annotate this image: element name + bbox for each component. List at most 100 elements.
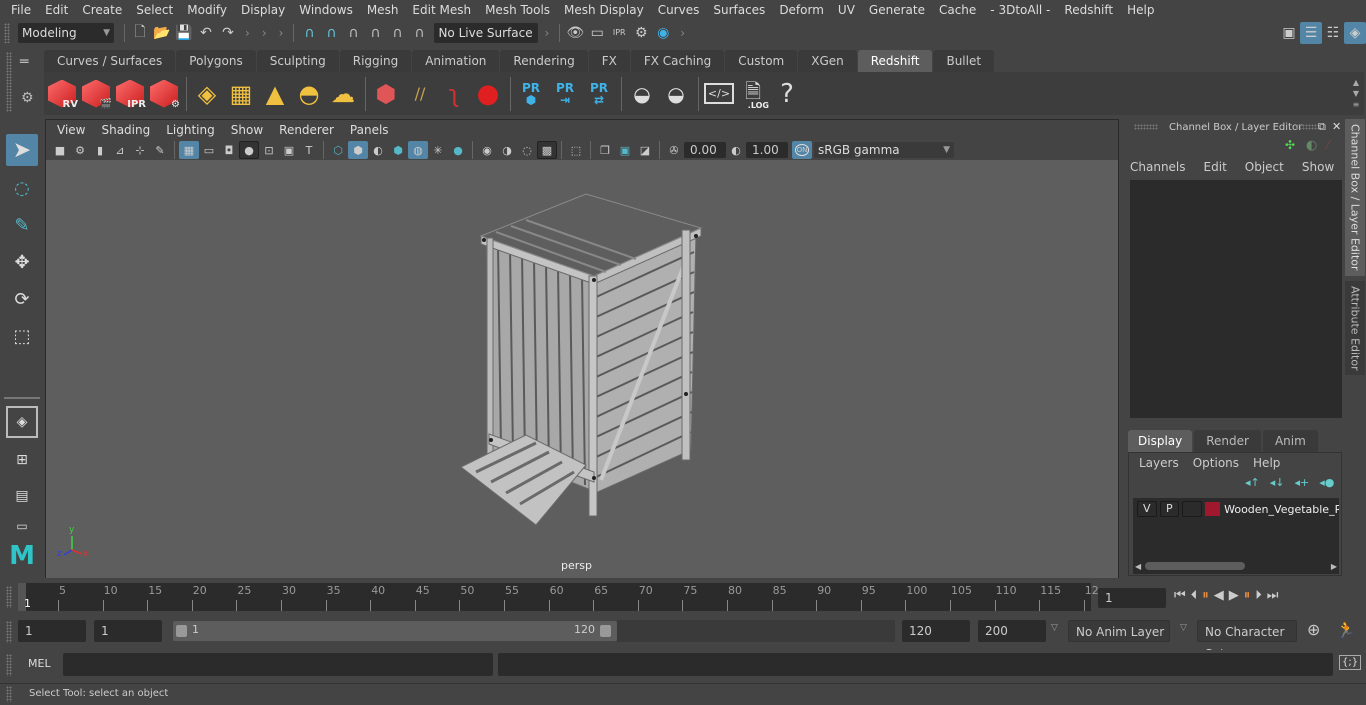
- rect-light-button[interactable]: ◈: [191, 76, 223, 112]
- redshift-ipr-button[interactable]: IPR: [114, 76, 146, 112]
- vp-menu-show[interactable]: Show: [223, 123, 271, 137]
- time-slider-track[interactable]: 1 5 10 15 20 25 30 35 40 45 50 55 60 65 70 75 80 85 90 95 1…: [18, 583, 1099, 611]
- grid-icon[interactable]: ▦: [179, 141, 199, 159]
- snap-view-plane-icon[interactable]: ∩: [364, 22, 386, 44]
- redshift-hair-button[interactable]: //: [404, 76, 436, 112]
- field-chart-icon[interactable]: ⊡: [259, 141, 279, 159]
- redshift-settings-button[interactable]: ⚙: [148, 76, 180, 112]
- layer-horizontal-scrollbar[interactable]: ◀ ▶: [1133, 560, 1339, 572]
- xray-icon[interactable]: ❐: [595, 141, 615, 159]
- shelf-settings-gear-icon[interactable]: ⚙: [21, 90, 34, 106]
- go-to-start-icon[interactable]: ⏮: [1174, 588, 1186, 603]
- color-space-dropdown[interactable]: sRGB gamma ▼: [814, 142, 954, 158]
- textured-icon[interactable]: ⬢: [388, 141, 408, 159]
- snap-surface-icon[interactable]: ∩: [408, 22, 430, 44]
- menu-windows[interactable]: Windows: [292, 3, 360, 17]
- baking-multi-button[interactable]: ◒: [626, 76, 658, 112]
- snap-curve-icon[interactable]: ∩: [320, 22, 342, 44]
- pr-export-button[interactable]: PR ⇥: [549, 76, 581, 112]
- script-editor-icon[interactable]: {;}: [1339, 655, 1362, 670]
- move-tool-button[interactable]: ✥: [6, 246, 38, 278]
- rotate-tool-button[interactable]: ⟳: [6, 283, 38, 315]
- gamma-field[interactable]: 1.00: [746, 142, 788, 158]
- shelf-scroll[interactable]: ▲ ▼ ≡: [1348, 77, 1364, 110]
- redshift-render-view-button[interactable]: RV: [46, 76, 78, 112]
- color-management-toggle[interactable]: ON: [792, 141, 812, 159]
- scroll-right-icon[interactable]: ▶: [1331, 562, 1337, 571]
- slash-toggle-icon[interactable]: ⁄: [1327, 138, 1329, 152]
- redshift-batch-render-button[interactable]: 🎬: [80, 76, 112, 112]
- drag-grip[interactable]: [6, 654, 12, 676]
- show-menu[interactable]: Show: [1302, 160, 1334, 174]
- ipr-render-icon[interactable]: IPR: [608, 22, 630, 44]
- menu-file[interactable]: File: [4, 3, 38, 17]
- exposure-field[interactable]: 0.00: [684, 142, 726, 158]
- film-gate-icon[interactable]: ▭: [199, 141, 219, 159]
- snap-grid-icon[interactable]: ∩: [298, 22, 320, 44]
- help-menu[interactable]: Help: [1253, 456, 1280, 470]
- layer-playback-toggle[interactable]: P: [1159, 501, 1180, 517]
- 2d-pan-zoom-icon[interactable]: ⊹: [130, 141, 150, 159]
- tool-settings-icon[interactable]: ☷: [1322, 22, 1344, 44]
- lasso-tool-button[interactable]: ◌: [6, 172, 38, 204]
- shelf-tab-redshift[interactable]: Redshift: [857, 50, 933, 72]
- vp-menu-renderer[interactable]: Renderer: [271, 123, 342, 137]
- layer-tab-render[interactable]: Render: [1194, 430, 1261, 452]
- use-all-lights-icon[interactable]: ◍: [408, 141, 428, 159]
- new-scene-icon[interactable]: 🗋: [129, 22, 151, 44]
- auto-key-icon[interactable]: ⊕: [1307, 620, 1320, 639]
- live-surface-field[interactable]: No Live Surface: [434, 22, 539, 43]
- layer-tab-anim[interactable]: Anim: [1262, 430, 1318, 452]
- collapse-arrow-icon[interactable]: ›: [245, 26, 250, 40]
- depth-of-field-icon[interactable]: ◌: [517, 141, 537, 159]
- drag-grip[interactable]: [1296, 124, 1320, 130]
- collapse-arrow-icon[interactable]: ›: [544, 26, 549, 40]
- current-frame-field[interactable]: 1: [1098, 588, 1166, 608]
- character-set-dropdown-icon[interactable]: ▽: [1180, 623, 1187, 633]
- redshift-sphere-button[interactable]: ●: [472, 76, 504, 112]
- save-scene-icon[interactable]: 💾: [173, 22, 195, 44]
- vp-menu-lighting[interactable]: Lighting: [158, 123, 223, 137]
- anti-aliasing-icon[interactable]: ◑: [497, 141, 517, 159]
- menu-generate[interactable]: Generate: [862, 3, 932, 17]
- shelf-menu-icon[interactable]: ═: [20, 54, 28, 70]
- render-view-icon[interactable]: 👁: [564, 22, 586, 44]
- attribute-editor-toggle-icon[interactable]: ☰: [1300, 21, 1322, 44]
- command-language-toggle[interactable]: MEL: [28, 657, 51, 670]
- dome-light-button[interactable]: ◓: [293, 76, 325, 112]
- menu-select[interactable]: Select: [129, 3, 180, 17]
- playback-end-field[interactable]: 120: [902, 620, 970, 642]
- shelf-tab-sculpting[interactable]: Sculpting: [256, 50, 339, 72]
- shelf-tab-rendering[interactable]: Rendering: [500, 50, 588, 72]
- play-backward-icon[interactable]: ◀: [1214, 588, 1224, 603]
- menu-edit[interactable]: Edit: [38, 3, 75, 17]
- area-light-button[interactable]: ▦: [225, 76, 257, 112]
- isolate-select-icon[interactable]: ▩: [537, 141, 557, 159]
- select-tool-button[interactable]: ➤: [6, 134, 38, 166]
- anim-layer-field[interactable]: No Anim Layer: [1068, 620, 1170, 642]
- menu-help[interactable]: Help: [1120, 3, 1161, 17]
- gamma-icon[interactable]: ◐: [726, 141, 746, 159]
- scale-tool-button[interactable]: ⬚: [6, 320, 38, 352]
- viewport-canvas[interactable]: y x z persp: [46, 160, 1118, 578]
- wireframe-on-shaded-icon[interactable]: ◐: [368, 141, 388, 159]
- four-view-layout-button[interactable]: ⊞: [6, 444, 38, 476]
- render-settings-icon[interactable]: ⚙: [630, 22, 652, 44]
- motion-blur-icon[interactable]: ◉: [477, 141, 497, 159]
- log-button[interactable]: 🗎 .LOG: [737, 76, 769, 112]
- drag-grip[interactable]: [1134, 124, 1158, 130]
- animation-end-field[interactable]: 200: [978, 620, 1046, 642]
- menu-3dtoall[interactable]: - 3DtoAll -: [983, 3, 1057, 17]
- safe-action-icon[interactable]: ▣: [279, 141, 299, 159]
- collapse-arrow-icon[interactable]: ›: [279, 26, 284, 40]
- single-view-layout-button[interactable]: ◈: [6, 406, 38, 438]
- shelf-tab-xgen[interactable]: XGen: [798, 50, 857, 72]
- channels-menu[interactable]: Channels: [1130, 160, 1186, 174]
- collapse-arrow-icon[interactable]: ›: [680, 26, 685, 40]
- drag-grip[interactable]: [4, 22, 10, 43]
- baking-button[interactable]: ◒: [660, 76, 692, 112]
- drag-grip[interactable]: [6, 586, 12, 608]
- animation-start-field[interactable]: 1: [18, 620, 86, 642]
- modeling-toolkit-icon[interactable]: ▣: [1278, 22, 1300, 44]
- anim-layer-dropdown-icon[interactable]: ▽: [1051, 623, 1058, 633]
